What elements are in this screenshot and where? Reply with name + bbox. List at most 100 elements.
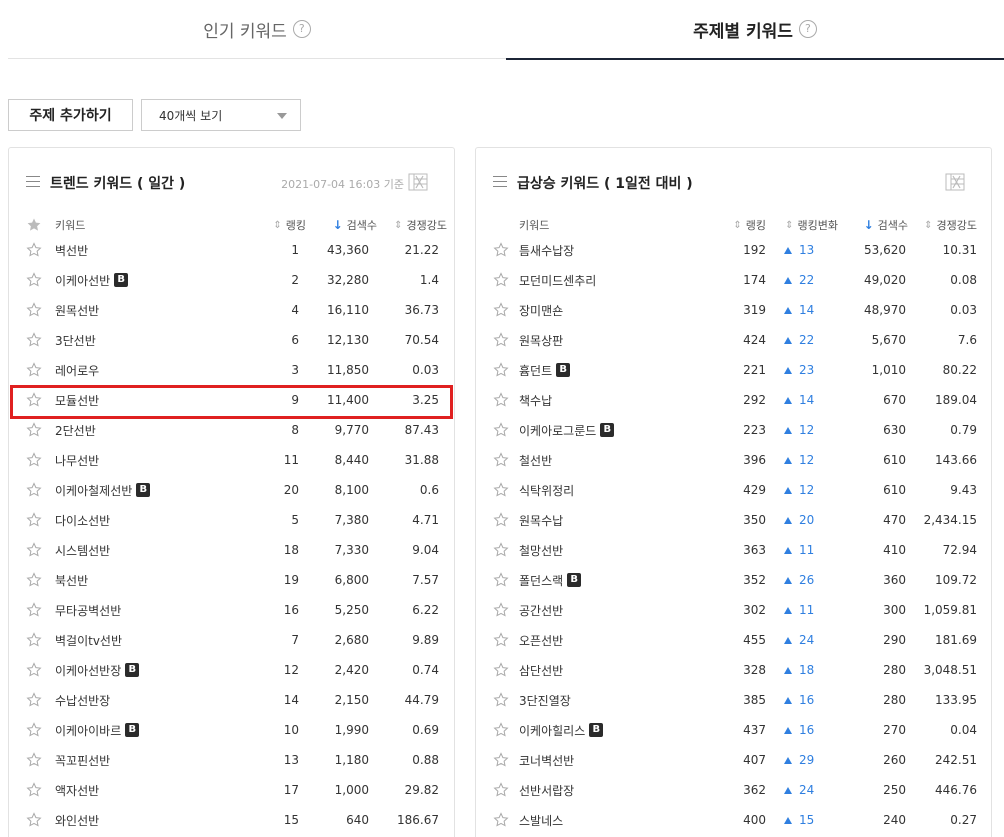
keyword-cell[interactable]: 북선반 (55, 565, 88, 595)
keyword-text[interactable]: 꼭꼬핀선반 (55, 752, 110, 769)
favorite-star-icon[interactable] (26, 355, 42, 385)
favorite-star-icon[interactable] (26, 505, 42, 535)
table-row[interactable]: 이케아이바르 B 10 1,990 0.69 (9, 715, 454, 745)
keyword-cell[interactable]: 모듈선반 (55, 385, 99, 415)
column-header-rank[interactable]: ⇕ 랭킹 (259, 215, 306, 235)
keyword-text[interactable]: 식탁위정리 (519, 482, 574, 499)
keyword-text[interactable]: 벽걸이tv선반 (55, 632, 122, 649)
keyword-text[interactable]: 장미맨숀 (519, 302, 563, 319)
keyword-text[interactable]: 다이소선반 (55, 512, 110, 529)
table-row[interactable]: 2단선반 8 9,770 87.43 (9, 415, 454, 445)
table-row[interactable]: 다이소선반 5 7,380 4.71 (9, 505, 454, 535)
keyword-text[interactable]: 철선반 (519, 452, 552, 469)
table-row[interactable]: 원목수납 350 20 470 2,434.15 (476, 505, 991, 535)
favorite-star-icon[interactable] (493, 685, 509, 715)
tab-popular-keywords[interactable]: 인기 키워드 ? (8, 0, 506, 58)
keyword-text[interactable]: 원목선반 (55, 302, 99, 319)
keyword-text[interactable]: 레어로우 (55, 362, 99, 379)
keyword-cell[interactable]: 이케아선반 B (55, 265, 129, 295)
favorite-star-icon[interactable] (493, 445, 509, 475)
keyword-cell[interactable]: 오픈선반 (519, 625, 563, 655)
keyword-cell[interactable]: 이케아선반장 B (55, 655, 140, 685)
excel-download-icon[interactable] (945, 173, 965, 191)
favorite-star-icon[interactable] (26, 745, 42, 775)
keyword-cell[interactable]: 코너벽선반 (519, 745, 574, 775)
keyword-text[interactable]: 와인선반 (55, 812, 99, 829)
keyword-cell[interactable]: 식탁위정리 (519, 475, 574, 505)
keyword-text[interactable]: 수납선반장 (55, 692, 110, 709)
favorite-star-icon[interactable] (493, 235, 509, 265)
table-row[interactable]: 선반서랍장 362 24 250 446.76 (476, 775, 991, 805)
table-row[interactable]: 모듈선반 9 11,400 3.25 (9, 385, 454, 415)
favorite-star-icon[interactable] (493, 385, 509, 415)
table-row[interactable]: 폴던스랙 B 352 26 360 109.72 (476, 565, 991, 595)
keyword-text[interactable]: 이케아이바르 (55, 722, 121, 739)
table-row[interactable]: 나무선반 11 8,440 31.88 (9, 445, 454, 475)
star-header-icon[interactable] (26, 217, 42, 233)
keyword-text[interactable]: 철망선반 (519, 542, 563, 559)
favorite-star-icon[interactable] (26, 805, 42, 835)
table-row[interactable]: 철망선반 363 11 410 72.94 (476, 535, 991, 565)
favorite-star-icon[interactable] (26, 235, 42, 265)
keyword-cell[interactable]: 이케아힐리스 B (519, 715, 604, 745)
keyword-text[interactable]: 2단선반 (55, 422, 96, 439)
table-row[interactable]: 모던미드센추리 174 22 49,020 0.08 (476, 265, 991, 295)
favorite-star-icon[interactable] (26, 685, 42, 715)
favorite-star-icon[interactable] (493, 295, 509, 325)
tab-topic-keywords[interactable]: 주제별 키워드 ? (506, 0, 1004, 60)
keyword-cell[interactable]: 원목선반 (55, 295, 99, 325)
keyword-text[interactable]: 흄던트 (519, 362, 552, 379)
keyword-text[interactable]: 시스템선반 (55, 542, 110, 559)
keyword-text[interactable]: 오픈선반 (519, 632, 563, 649)
keyword-text[interactable]: 3단진열장 (519, 692, 571, 709)
keyword-cell[interactable]: 벽걸이tv선반 (55, 625, 122, 655)
favorite-star-icon[interactable] (493, 325, 509, 355)
table-row[interactable]: 수납선반장 14 2,150 44.79 (9, 685, 454, 715)
keyword-text[interactable]: 이케아선반 (55, 272, 110, 289)
table-row[interactable]: 이케아로그룬드 B 223 12 630 0.79 (476, 415, 991, 445)
keyword-cell[interactable]: 원목수납 (519, 505, 563, 535)
keyword-text[interactable]: 선반서랍장 (519, 782, 574, 799)
column-header-competition[interactable]: ⇕ 경쟁강도 (379, 215, 447, 235)
favorite-star-icon[interactable] (493, 535, 509, 565)
keyword-cell[interactable]: 3단선반 (55, 325, 96, 355)
keyword-cell[interactable]: 장미맨숀 (519, 295, 563, 325)
favorite-star-icon[interactable] (26, 565, 42, 595)
excel-download-icon[interactable] (408, 173, 428, 191)
favorite-star-icon[interactable] (26, 415, 42, 445)
keyword-cell[interactable]: 공간선반 (519, 595, 563, 625)
favorite-star-icon[interactable] (26, 625, 42, 655)
help-icon[interactable]: ? (292, 20, 311, 38)
keyword-cell[interactable]: 무타공벽선반 (55, 595, 121, 625)
keyword-cell[interactable]: 2단선반 (55, 415, 96, 445)
favorite-star-icon[interactable] (26, 535, 42, 565)
table-row[interactable]: 와인선반 15 640 186.67 (9, 805, 454, 835)
keyword-text[interactable]: 액자선반 (55, 782, 99, 799)
keyword-cell[interactable]: 수납선반장 (55, 685, 110, 715)
column-header-rank-change[interactable]: ⇕ 랭킹변화 (768, 215, 838, 235)
keyword-cell[interactable]: 틈새수납장 (519, 235, 574, 265)
keyword-cell[interactable]: 이케아이바르 B (55, 715, 140, 745)
table-row[interactable]: 레어로우 3 11,850 0.03 (9, 355, 454, 385)
keyword-text[interactable]: 이케아로그룬드 (519, 422, 596, 439)
table-row[interactable]: 액자선반 17 1,000 29.82 (9, 775, 454, 805)
keyword-cell[interactable]: 벽선반 (55, 235, 88, 265)
table-row[interactable]: 이케아철제선반 B 20 8,100 0.6 (9, 475, 454, 505)
table-row[interactable]: 3단진열장 385 16 280 133.95 (476, 685, 991, 715)
favorite-star-icon[interactable] (493, 475, 509, 505)
keyword-cell[interactable]: 선반서랍장 (519, 775, 574, 805)
favorite-star-icon[interactable] (493, 595, 509, 625)
favorite-star-icon[interactable] (26, 775, 42, 805)
keyword-text[interactable]: 삼단선반 (519, 662, 563, 679)
table-row[interactable]: 이케아선반 B 2 32,280 1.4 (9, 265, 454, 295)
table-row[interactable]: 코너벽선반 407 29 260 242.51 (476, 745, 991, 775)
table-row[interactable]: 꼭꼬핀선반 13 1,180 0.88 (9, 745, 454, 775)
table-row[interactable]: 원목선반 4 16,110 36.73 (9, 295, 454, 325)
keyword-cell[interactable]: 책수납 (519, 385, 552, 415)
keyword-cell[interactable]: 다이소선반 (55, 505, 110, 535)
keyword-cell[interactable]: 철선반 (519, 445, 552, 475)
keyword-cell[interactable]: 레어로우 (55, 355, 99, 385)
favorite-star-icon[interactable] (493, 505, 509, 535)
keyword-cell[interactable]: 액자선반 (55, 775, 99, 805)
favorite-star-icon[interactable] (26, 715, 42, 745)
